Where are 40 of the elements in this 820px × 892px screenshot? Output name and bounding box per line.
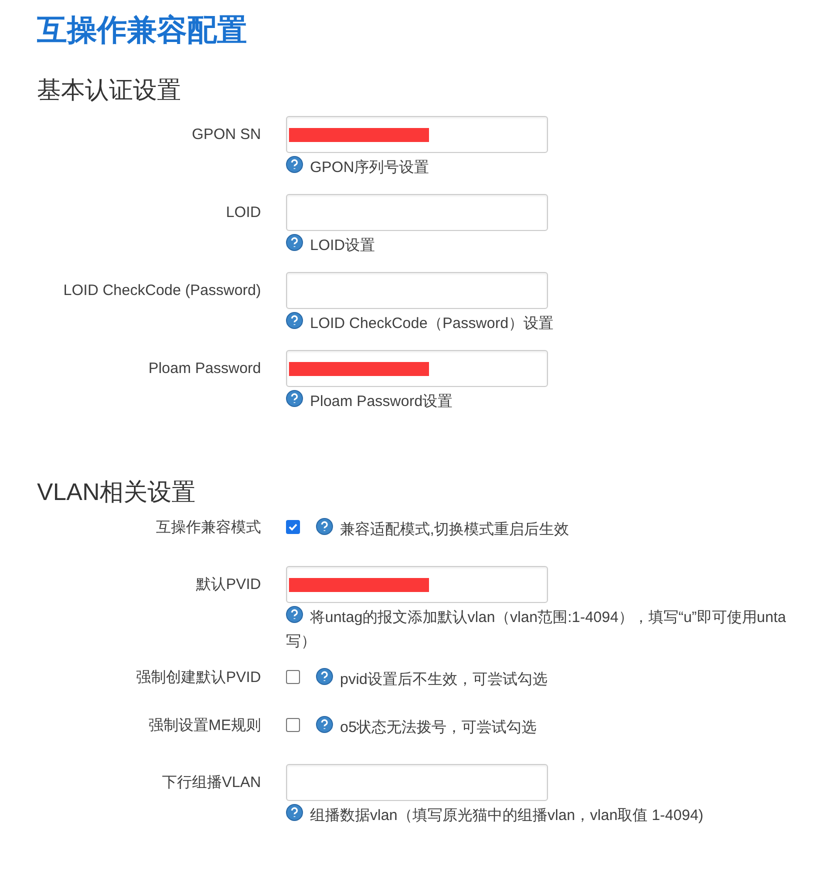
input-field[interactable] <box>286 350 548 387</box>
help-icon <box>316 518 333 535</box>
hint-text: LOID CheckCode（Password）设置 <box>310 314 554 334</box>
field-label: LOID CheckCode (Password) <box>62 281 261 301</box>
field-label: GPON SN <box>190 125 261 145</box>
field-label: 互操作兼容模式 <box>155 518 261 538</box>
field-label: 强制创建默认PVID <box>134 668 261 688</box>
help-icon <box>286 156 303 173</box>
section-title: 基本认证设置 <box>37 76 182 106</box>
help-icon <box>286 234 303 251</box>
hint-text: pvid设置后不生效，可尝试勾选 <box>340 670 548 690</box>
checkbox[interactable] <box>286 718 300 732</box>
hint-text: 将untag的报文添加默认vlan（vlan范围:1-4094），填写“u”即可使用unta <box>310 608 786 628</box>
hint-text: Ploam Password设置 <box>310 392 453 412</box>
help-icon <box>316 716 333 733</box>
input-field[interactable] <box>286 272 548 309</box>
hint-text: o5状态无法拨号，可尝试勾选 <box>340 718 537 738</box>
field-label: LOID <box>224 203 261 223</box>
field-label: Ploam Password <box>147 359 261 379</box>
hint-text: 组播数据vlan（填写原光猫中的组播vlan，vlan取值 1-4094) <box>310 806 704 826</box>
section-title: VLAN相关设置 <box>37 478 197 508</box>
hint-text: GPON序列号设置 <box>310 158 430 178</box>
input-field[interactable] <box>286 764 548 801</box>
checkbox[interactable] <box>286 520 300 534</box>
help-icon <box>286 804 303 821</box>
input-field[interactable] <box>286 566 548 603</box>
checkbox[interactable] <box>286 670 300 684</box>
hint-text: LOID设置 <box>310 236 376 256</box>
help-icon <box>286 606 303 623</box>
hint-text: 兼容适配模式,切换模式重启后生效 <box>340 520 570 540</box>
page-title: 互操作兼容配置 <box>37 13 248 49</box>
hint-text: 写） <box>286 632 317 652</box>
field-label: 强制设置ME规则 <box>148 716 261 736</box>
help-icon <box>316 668 333 685</box>
input-field[interactable] <box>286 194 548 231</box>
field-label: 下行组播VLAN <box>160 773 261 793</box>
input-field[interactable] <box>286 116 548 153</box>
help-icon <box>286 390 303 407</box>
field-label: 默认PVID <box>194 575 261 595</box>
help-icon <box>286 312 303 329</box>
